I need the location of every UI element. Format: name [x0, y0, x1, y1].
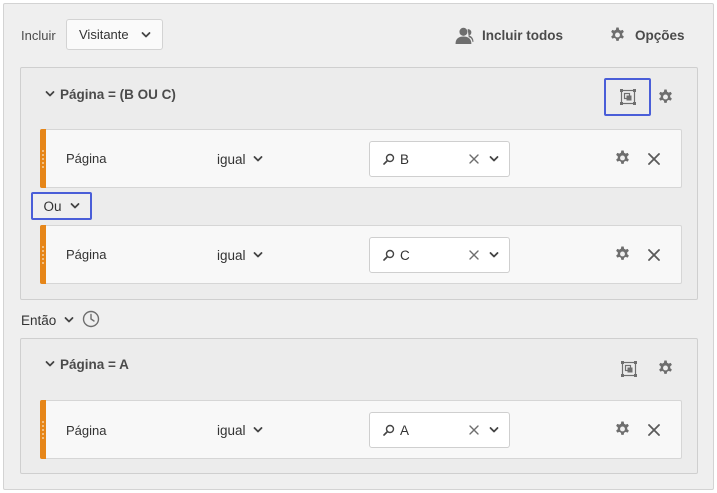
scope-value: Visitante: [79, 27, 129, 42]
rule-remove-button[interactable]: [647, 152, 661, 166]
rule-value-field[interactable]: C: [369, 237, 510, 273]
rule-value-field[interactable]: A: [369, 412, 510, 448]
container-2-title: Página = A: [60, 356, 129, 372]
rule-value: C: [400, 247, 410, 263]
rule-value-field[interactable]: B: [369, 141, 510, 177]
then-label: Então: [21, 312, 57, 328]
rule-dimension: Página: [66, 247, 107, 262]
chevron-down-icon: [45, 89, 55, 99]
rule-value: A: [400, 422, 410, 438]
rule-operator: igual: [217, 422, 246, 438]
rule-dimension: Página: [66, 151, 107, 166]
rule-value: B: [400, 151, 410, 167]
clock-icon: [82, 310, 100, 328]
close-icon: [648, 153, 660, 165]
chevron-down-icon[interactable]: [489, 250, 499, 260]
container-1-title: Página = (B OU C): [60, 86, 176, 102]
rule-operator-dropdown[interactable]: igual: [217, 150, 263, 168]
clear-icon[interactable]: [469, 250, 479, 260]
container-1-container-button[interactable]: [604, 78, 651, 116]
scope-dropdown[interactable]: Visitante: [66, 19, 163, 50]
gear-icon: [657, 89, 674, 106]
clear-icon[interactable]: [469, 425, 479, 435]
rule-row: [40, 400, 682, 459]
search-icon: [383, 153, 395, 165]
rule-operator: igual: [217, 151, 246, 167]
container-2-settings-button[interactable]: [657, 360, 674, 377]
gear-icon: [657, 360, 674, 377]
options-button[interactable]: Opções: [609, 25, 685, 45]
container-1-settings-button[interactable]: [657, 89, 674, 106]
logic-operator-dropdown[interactable]: Ou: [31, 192, 92, 220]
include-label: Incluir: [21, 28, 56, 43]
drag-handle[interactable]: [40, 225, 46, 284]
close-icon: [648, 424, 660, 436]
chevron-down-icon: [253, 425, 263, 435]
container-2-container-button[interactable]: [620, 360, 637, 377]
search-icon: [383, 249, 395, 261]
options-label: Opções: [635, 27, 685, 43]
drag-handle[interactable]: [40, 400, 46, 459]
chevron-down-icon: [253, 154, 263, 164]
include-all-label: Incluir todos: [482, 27, 563, 43]
gear-icon: [614, 150, 631, 167]
chevron-down-icon: [45, 359, 55, 369]
chevron-down-icon[interactable]: [489, 425, 499, 435]
person-icon: [455, 27, 474, 44]
chevron-down-icon: [64, 315, 74, 325]
clear-icon[interactable]: [469, 154, 479, 164]
include-all-button[interactable]: Incluir todos: [455, 25, 563, 45]
chevron-down-icon: [253, 250, 263, 260]
chevron-down-icon: [70, 201, 80, 211]
time-restriction-button[interactable]: [82, 310, 100, 328]
rule-operator-dropdown[interactable]: igual: [217, 246, 263, 264]
rule-operator-dropdown[interactable]: igual: [217, 421, 263, 439]
then-operator-dropdown[interactable]: Então: [21, 310, 74, 330]
rule-settings-button[interactable]: [614, 421, 631, 438]
gear-icon: [614, 246, 631, 263]
search-icon: [383, 424, 395, 436]
container-1-toggle[interactable]: Página = (B OU C): [45, 85, 176, 103]
rule-settings-button[interactable]: [614, 150, 631, 167]
rule-settings-button[interactable]: [614, 246, 631, 263]
container-icon: [620, 89, 636, 105]
chevron-down-icon: [141, 30, 151, 40]
rule-remove-button[interactable]: [647, 248, 661, 262]
container-icon: [621, 361, 637, 377]
gear-icon: [614, 421, 631, 438]
gear-icon: [609, 27, 626, 44]
drag-handle[interactable]: [40, 129, 46, 188]
rule-row: [40, 225, 682, 284]
rule-dimension: Página: [66, 423, 107, 438]
rule-row: [40, 129, 682, 188]
chevron-down-icon[interactable]: [489, 154, 499, 164]
container-2-toggle[interactable]: Página = A: [45, 355, 129, 373]
rule-operator: igual: [217, 247, 246, 263]
rule-remove-button[interactable]: [647, 423, 661, 437]
close-icon: [648, 249, 660, 261]
logic-operator: Ou: [43, 198, 62, 214]
